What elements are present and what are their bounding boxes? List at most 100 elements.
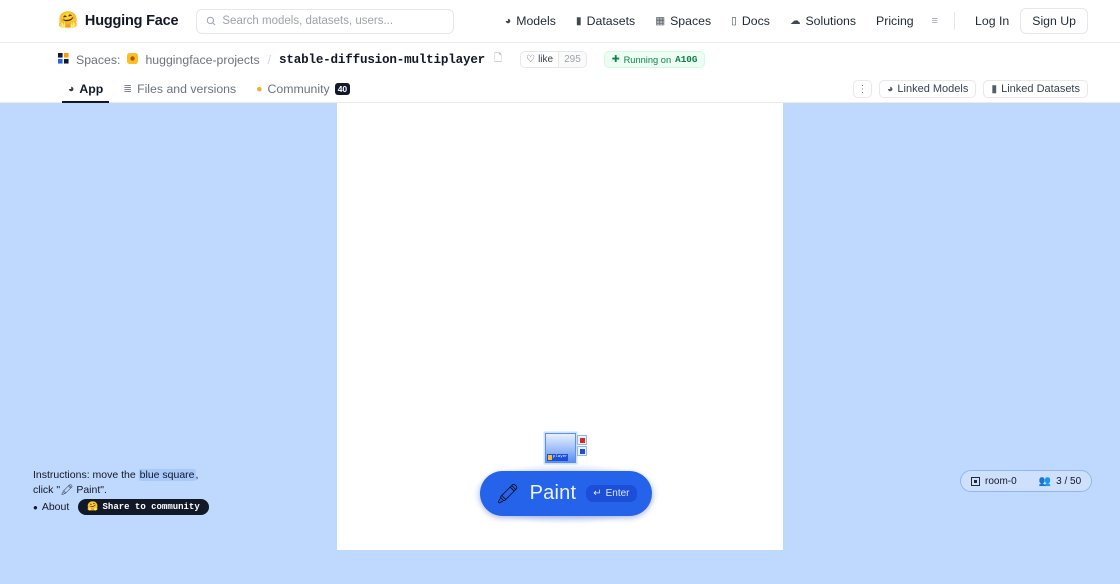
status-badge: ✚ Running on A10G	[604, 51, 706, 68]
about-button[interactable]: ● About	[33, 501, 69, 513]
crayon-icon: 🖍	[60, 484, 73, 496]
space-tab-bar: ◕ App ≣ Files and versions ● Community 4…	[0, 76, 1120, 103]
nav-label-spaces: Spaces	[670, 14, 711, 28]
copy-icon[interactable]: 🗋	[494, 51, 502, 68]
room-user-count: 3 / 50	[1056, 476, 1081, 487]
top-navigation-bar: 🤗 Hugging Face Search models, datasets, …	[0, 0, 1120, 43]
paint-button-label: Paint	[530, 482, 577, 505]
player-mini-toolbar	[577, 435, 587, 457]
tab-app[interactable]: ◕ App	[58, 82, 113, 102]
huggingface-logo-icon: 🤗	[58, 13, 78, 29]
instructions-text: Instructions: move the blue square, clic…	[33, 468, 208, 498]
datasets-icon: ▮	[576, 15, 582, 27]
nav-label-solutions: Solutions	[805, 14, 856, 28]
hugging-face-emoji-icon: 🤗	[87, 502, 98, 512]
nav-item-datasets[interactable]: ▮ Datasets	[566, 14, 645, 28]
room-users-group: 👥 3 / 50	[1039, 476, 1081, 487]
brush-tool-icon[interactable]	[577, 435, 587, 445]
spaces-label: Spaces:	[76, 53, 120, 67]
tab-label-app: App	[79, 82, 103, 96]
community-icon: ●	[256, 83, 262, 95]
info-icon: ●	[33, 503, 38, 512]
solutions-icon: ☁	[790, 15, 801, 27]
square-tool-icon[interactable]	[577, 446, 587, 456]
app-icon: ◕	[68, 83, 74, 95]
space-breadcrumb-header: Spaces: huggingface-projects / stable-di…	[0, 43, 1120, 76]
tab-label-files: Files and versions	[137, 82, 236, 96]
about-label: About	[42, 501, 69, 513]
paint-button[interactable]: 🖍 Paint ↵ Enter	[480, 471, 652, 516]
status-text: Running on	[624, 55, 672, 65]
enter-shortcut-chip: ↵ Enter	[586, 485, 636, 502]
room-name-group: room-0	[971, 476, 1017, 487]
hamburger-menu-icon[interactable]: ≡	[924, 15, 945, 27]
space-app-stage: player Instructions: move the blue squar…	[0, 103, 1120, 584]
models-icon: ◕	[887, 83, 893, 95]
player-avatar-icon	[548, 455, 552, 460]
spaces-icon: ▦	[655, 15, 665, 27]
brand-name: Hugging Face	[85, 13, 178, 29]
signup-button[interactable]: Sign Up	[1020, 8, 1088, 34]
nav-divider	[954, 12, 955, 30]
instructions-suffix: ".	[100, 484, 107, 496]
room-status-pill[interactable]: room-0 👥 3 / 50	[960, 470, 1092, 492]
instructions-highlight-blue-square: blue square	[139, 469, 196, 481]
nav-item-docs[interactable]: ▯ Docs	[721, 14, 780, 28]
tab-files-and-versions[interactable]: ≣ Files and versions	[113, 82, 246, 102]
nav-item-spaces[interactable]: ▦ Spaces	[645, 14, 721, 28]
linked-datasets-label: Linked Datasets	[1001, 83, 1080, 95]
like-count: 295	[558, 52, 586, 67]
like-button[interactable]: ♡ like 295	[520, 51, 587, 68]
docs-icon: ▯	[731, 15, 737, 27]
room-name: room-0	[985, 476, 1017, 487]
datasets-icon: ▮	[991, 83, 997, 95]
enter-shortcut-label: Enter	[606, 488, 630, 499]
status-hardware: A10G	[675, 54, 697, 65]
running-icon: ✚	[612, 54, 620, 65]
breadcrumb-separator: /	[268, 53, 271, 67]
search-icon	[206, 16, 216, 26]
files-icon: ≣	[123, 83, 132, 95]
spaces-grid-icon	[58, 53, 69, 67]
heart-icon: ♡	[526, 54, 535, 65]
tab-label-community: Community	[268, 82, 330, 96]
tab-bar-actions: ⋮ ◕ Linked Models ▮ Linked Datasets	[853, 80, 1088, 102]
nav-label-datasets: Datasets	[587, 14, 636, 28]
player-name-tag: player	[547, 454, 568, 461]
paint-button-wrapper: 🖍 Paint ↵ Enter	[480, 471, 652, 516]
space-name[interactable]: stable-diffusion-multiplayer	[279, 53, 485, 67]
nav-label-pricing: Pricing	[876, 14, 914, 28]
models-icon: ◕	[505, 15, 511, 27]
owner-avatar-icon	[127, 53, 138, 67]
room-square-icon	[971, 477, 980, 486]
share-to-community-button[interactable]: 🤗 Share to community	[78, 499, 208, 515]
instructions-prefix: Instructions: move the	[33, 469, 139, 481]
player-blue-square[interactable]: player	[545, 433, 576, 463]
login-button[interactable]: Log In	[964, 14, 1020, 28]
community-count-badge: 40	[335, 83, 350, 95]
crayon-icon: 🖍	[495, 482, 519, 506]
users-icon: 👥	[1039, 476, 1051, 487]
linked-datasets-button[interactable]: ▮ Linked Datasets	[983, 80, 1088, 98]
like-label: like	[538, 54, 553, 65]
top-nav-links: ◕ Models ▮ Datasets ▦ Spaces ▯ Docs ☁ So…	[495, 8, 1088, 34]
nav-label-docs: Docs	[742, 14, 770, 28]
tab-community[interactable]: ● Community 40	[246, 82, 360, 102]
nav-item-models[interactable]: ◕ Models	[495, 14, 566, 28]
nav-item-pricing[interactable]: Pricing	[866, 14, 924, 28]
share-label: Share to community	[103, 502, 200, 512]
linked-models-label: Linked Models	[897, 83, 968, 95]
instructions-paint-word: Paint	[73, 484, 100, 496]
enter-key-icon: ↵	[593, 488, 601, 499]
like-label-group: ♡ like	[521, 52, 558, 67]
instructions-actions: ● About 🤗 Share to community	[33, 499, 209, 515]
nav-item-solutions[interactable]: ☁ Solutions	[780, 14, 866, 28]
search-input[interactable]: Search models, datasets, users...	[196, 9, 454, 34]
nav-label-models: Models	[516, 14, 556, 28]
huggingface-home-link[interactable]: 🤗 Hugging Face	[58, 13, 178, 29]
more-options-icon[interactable]: ⋮	[853, 80, 872, 98]
search-placeholder: Search models, datasets, users...	[222, 15, 393, 27]
player-name: player	[553, 454, 567, 461]
space-owner-link[interactable]: huggingface-projects	[145, 53, 259, 67]
linked-models-button[interactable]: ◕ Linked Models	[879, 80, 976, 98]
